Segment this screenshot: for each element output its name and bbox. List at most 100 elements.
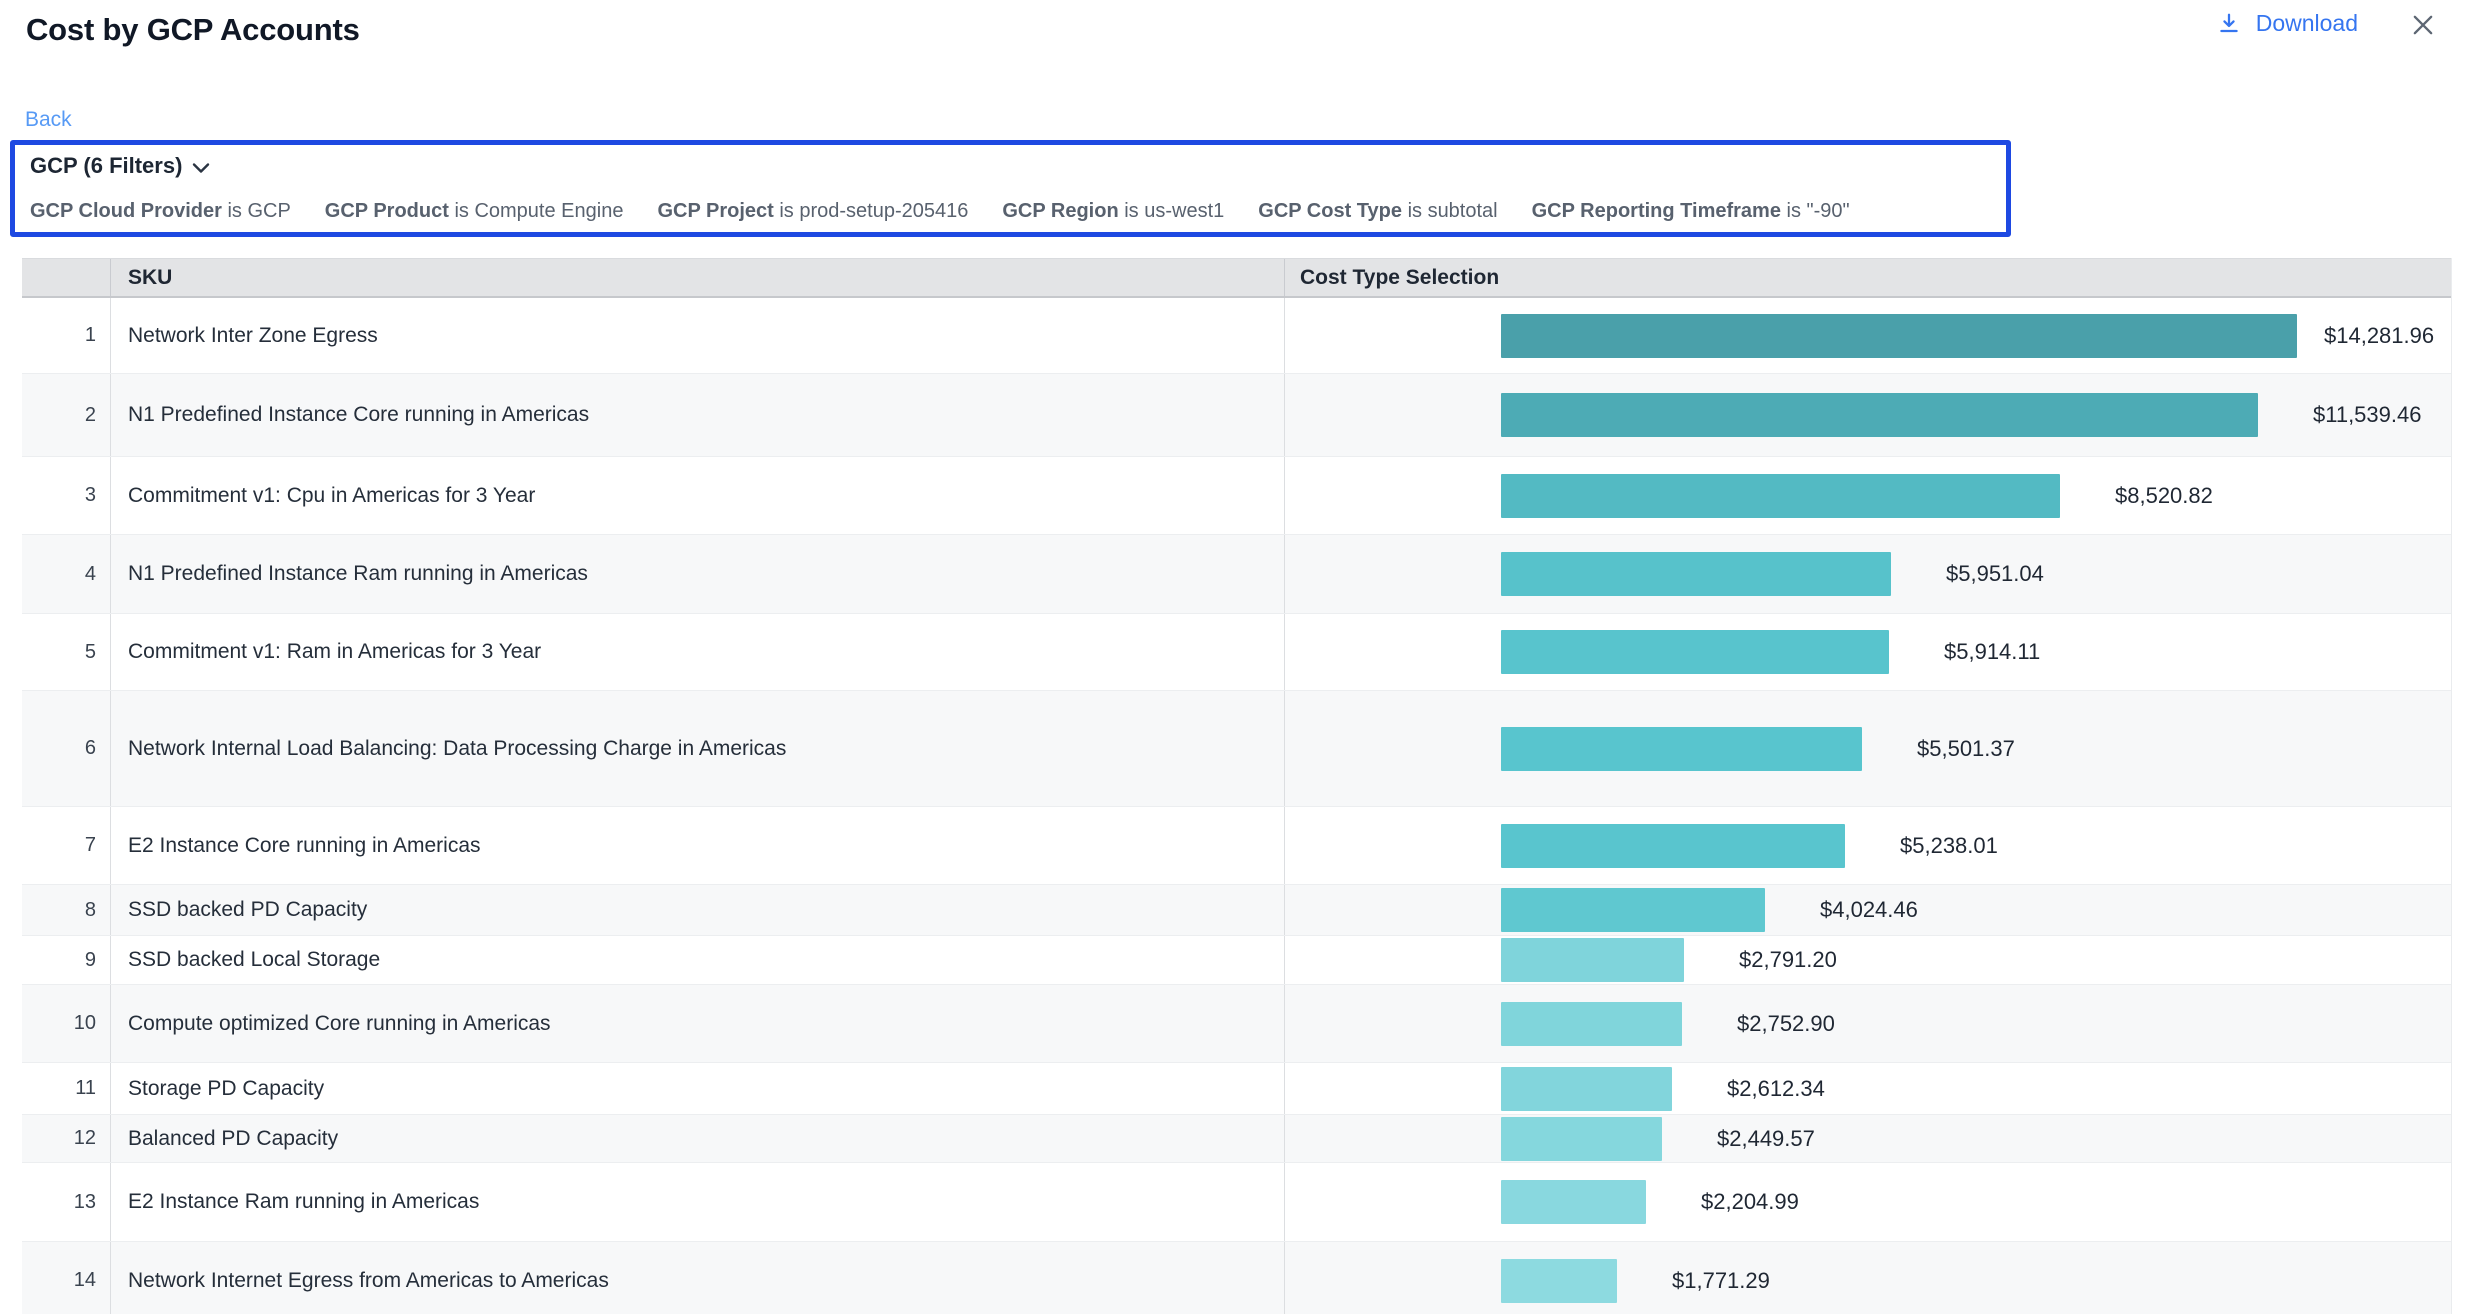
filter-operator: is bbox=[454, 200, 474, 222]
table-row: 2 N1 Predefined Instance Core running in… bbox=[22, 373, 2451, 456]
row-index: 13 bbox=[22, 1163, 111, 1241]
table-row: 5 Commitment v1: Ram in Americas for 3 Y… bbox=[22, 613, 2451, 690]
filter-value: Compute Engine bbox=[474, 200, 623, 222]
filter-field-name: GCP Region bbox=[1002, 200, 1118, 222]
cost-bar bbox=[1501, 474, 2060, 518]
back-link[interactable]: Back bbox=[25, 108, 72, 132]
row-chart-cell: $5,914.11 bbox=[1285, 614, 2451, 690]
table-row: 4 N1 Predefined Instance Ram running in … bbox=[22, 534, 2451, 613]
filter-operator: is bbox=[1408, 200, 1428, 222]
close-button[interactable] bbox=[2406, 8, 2440, 42]
filter-field-name: GCP Cloud Provider bbox=[30, 200, 222, 222]
row-index: 1 bbox=[22, 298, 111, 373]
page-title: Cost by GCP Accounts bbox=[26, 12, 360, 48]
table-row: 14 Network Internet Egress from Americas… bbox=[22, 1241, 2451, 1314]
row-sku-label: E2 Instance Core running in Americas bbox=[111, 807, 1285, 884]
filter-operator: is bbox=[1124, 200, 1144, 222]
column-header-cost-type-selection: Cost Type Selection bbox=[1285, 259, 2451, 296]
row-sku-label: SSD backed PD Capacity bbox=[111, 885, 1285, 935]
download-icon bbox=[2216, 11, 2242, 37]
cost-value-label: $4,024.46 bbox=[1820, 897, 1918, 923]
row-index: 3 bbox=[22, 457, 111, 534]
row-index: 8 bbox=[22, 885, 111, 935]
cost-value-label: $5,914.11 bbox=[1944, 639, 2040, 665]
filter-field-name: GCP Product bbox=[325, 200, 449, 222]
cost-table: SKU Cost Type Selection 1 Network Inter … bbox=[22, 258, 2452, 1314]
table-row: 9 SSD backed Local Storage $2,791.20 bbox=[22, 935, 2451, 984]
table-row: 6 Network Internal Load Balancing: Data … bbox=[22, 690, 2451, 806]
cost-bar bbox=[1501, 1259, 1617, 1303]
table-header-row: SKU Cost Type Selection bbox=[22, 258, 2451, 298]
row-index: 4 bbox=[22, 535, 111, 613]
download-button[interactable]: Download bbox=[2216, 10, 2358, 37]
row-sku-label: N1 Predefined Instance Ram running in Am… bbox=[111, 535, 1285, 613]
filter-operator: is bbox=[779, 200, 799, 222]
cost-value-label: $11,539.46 bbox=[2313, 402, 2421, 428]
cost-bar bbox=[1501, 824, 1845, 868]
table-row: 1 Network Inter Zone Egress $14,281.96 bbox=[22, 298, 2451, 373]
filter-summary-toggle[interactable]: GCP (6 Filters) bbox=[30, 153, 210, 179]
row-chart-cell: $8,520.82 bbox=[1285, 457, 2451, 534]
filter-item: GCP Region is us-west1 bbox=[1002, 200, 1224, 223]
cost-value-label: $2,204.99 bbox=[1701, 1189, 1799, 1215]
cost-bar bbox=[1501, 727, 1862, 771]
table-row: 13 E2 Instance Ram running in Americas $… bbox=[22, 1162, 2451, 1241]
column-header-index bbox=[22, 259, 111, 296]
row-chart-cell: $5,501.37 bbox=[1285, 691, 2451, 806]
row-sku-label: Network Internal Load Balancing: Data Pr… bbox=[111, 691, 1285, 806]
row-chart-cell: $2,449.57 bbox=[1285, 1115, 2451, 1162]
filter-value: prod-setup-205416 bbox=[799, 200, 968, 222]
row-index: 7 bbox=[22, 807, 111, 884]
filter-panel: GCP (6 Filters) GCP Cloud Provider is GC… bbox=[10, 140, 2011, 237]
filter-summary-label: GCP (6 Filters) bbox=[30, 153, 182, 179]
row-sku-label: E2 Instance Ram running in Americas bbox=[111, 1163, 1285, 1241]
row-index: 5 bbox=[22, 614, 111, 690]
filter-item: GCP Product is Compute Engine bbox=[325, 200, 624, 223]
cost-value-label: $5,501.37 bbox=[1917, 736, 2015, 762]
cost-value-label: $2,752.90 bbox=[1737, 1011, 1835, 1037]
table-row: 8 SSD backed PD Capacity $4,024.46 bbox=[22, 884, 2451, 935]
cost-value-label: $5,951.04 bbox=[1946, 561, 2044, 587]
filter-value: GCP bbox=[247, 200, 290, 222]
row-index: 11 bbox=[22, 1063, 111, 1114]
cost-value-label: $8,520.82 bbox=[2115, 483, 2213, 509]
table-row: 7 E2 Instance Core running in Americas $… bbox=[22, 806, 2451, 884]
cost-bar bbox=[1501, 314, 2297, 358]
cost-bar bbox=[1501, 552, 1891, 596]
table-row: 10 Compute optimized Core running in Ame… bbox=[22, 984, 2451, 1062]
filter-value: us-west1 bbox=[1144, 200, 1224, 222]
row-sku-label: Commitment v1: Cpu in Americas for 3 Yea… bbox=[111, 457, 1285, 534]
cost-value-label: $2,791.20 bbox=[1739, 947, 1837, 973]
cost-value-label: $2,449.57 bbox=[1717, 1126, 1815, 1152]
cost-by-gcp-accounts-panel: Cost by GCP Accounts Download Back GCP (… bbox=[0, 0, 2476, 1314]
row-sku-label: Compute optimized Core running in Americ… bbox=[111, 985, 1285, 1062]
row-sku-label: SSD backed Local Storage bbox=[111, 936, 1285, 984]
row-chart-cell: $2,612.34 bbox=[1285, 1063, 2451, 1114]
cost-value-label: $5,238.01 bbox=[1900, 833, 1998, 859]
row-sku-label: Storage PD Capacity bbox=[111, 1063, 1285, 1114]
row-sku-label: Network Inter Zone Egress bbox=[111, 298, 1285, 373]
cost-value-label: $14,281.96 bbox=[2324, 323, 2434, 349]
filter-operator: is bbox=[1787, 200, 1807, 222]
row-sku-label: Network Internet Egress from Americas to… bbox=[111, 1242, 1285, 1314]
row-index: 2 bbox=[22, 374, 111, 456]
table-row: 11 Storage PD Capacity $2,612.34 bbox=[22, 1062, 2451, 1114]
filter-item: GCP Cloud Provider is GCP bbox=[30, 200, 291, 223]
filter-field-name: GCP Reporting Timeframe bbox=[1532, 200, 1781, 222]
row-index: 9 bbox=[22, 936, 111, 984]
row-index: 12 bbox=[22, 1115, 111, 1162]
cost-bar bbox=[1501, 1002, 1682, 1046]
filter-value: subtotal bbox=[1428, 200, 1498, 222]
row-chart-cell: $2,791.20 bbox=[1285, 936, 2451, 984]
table-body: 1 Network Inter Zone Egress $14,281.96 2… bbox=[22, 298, 2451, 1314]
cost-bar bbox=[1501, 393, 2258, 437]
close-icon bbox=[2409, 11, 2437, 39]
cost-value-label: $1,771.29 bbox=[1672, 1268, 1770, 1294]
column-header-sku: SKU bbox=[111, 259, 1285, 296]
cost-bar bbox=[1501, 888, 1765, 932]
table-row: 3 Commitment v1: Cpu in Americas for 3 Y… bbox=[22, 456, 2451, 534]
row-sku-label: Balanced PD Capacity bbox=[111, 1115, 1285, 1162]
row-index: 14 bbox=[22, 1242, 111, 1314]
cost-bar bbox=[1501, 1117, 1662, 1161]
row-chart-cell: $5,238.01 bbox=[1285, 807, 2451, 884]
